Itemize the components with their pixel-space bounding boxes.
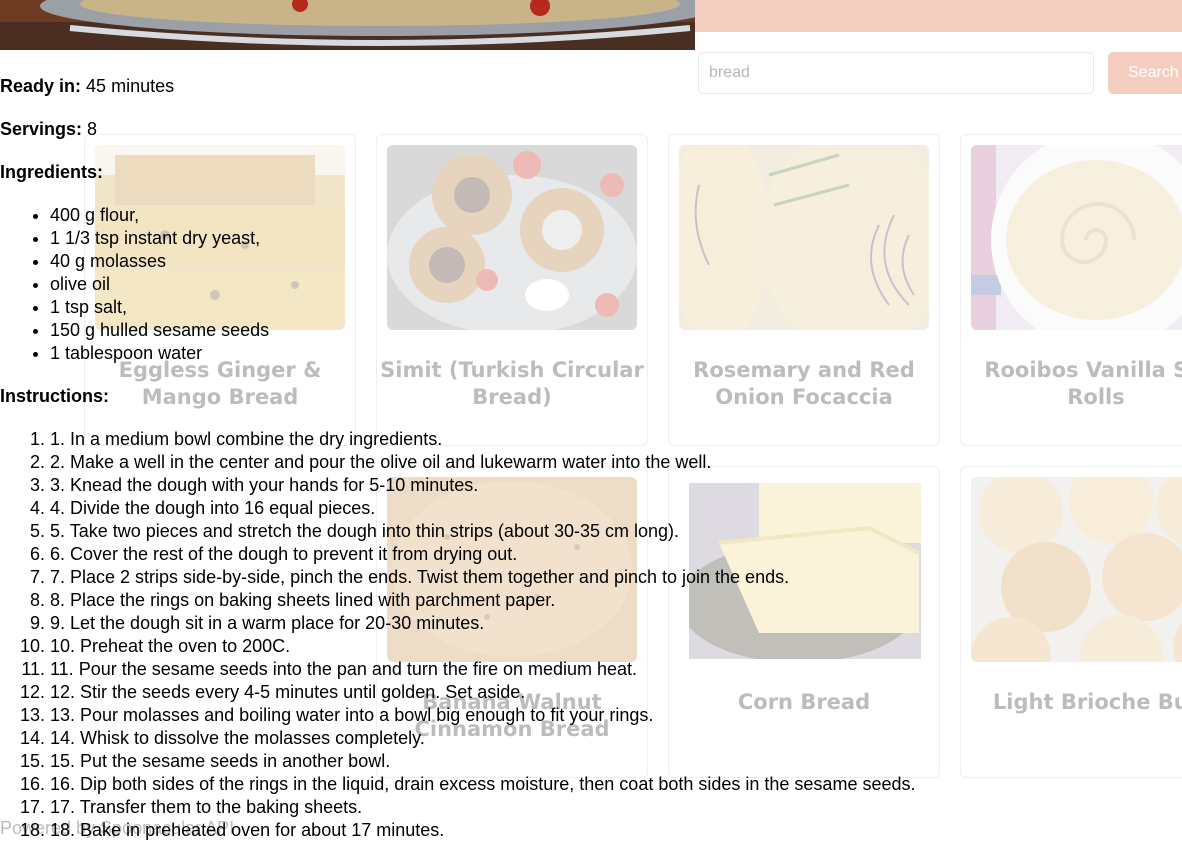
instruction-step: 5. Take two pieces and stretch the dough… (50, 520, 916, 543)
ingredients-label: Ingredients: (0, 162, 104, 182)
ingredient-item: 150 g hulled sesame seeds (50, 319, 269, 342)
instruction-step: 6. Cover the rest of the dough to preven… (50, 543, 916, 566)
instruction-step: 15. Put the sesame seeds in another bowl… (50, 750, 916, 773)
ingredients-list: 400 g flour, 1 1/3 tsp instant dry yeast… (0, 204, 269, 365)
recipe-detail: Ready in: 45 minutes Servings: 8 Ingredi… (0, 0, 1182, 863)
ingredient-item: 1 tablespoon water (50, 342, 269, 365)
instruction-step: 13. Pour molasses and boiling water into… (50, 704, 916, 727)
servings-label: Servings: (0, 119, 83, 139)
instruction-step: 3. Knead the dough with your hands for 5… (50, 474, 916, 497)
instruction-step: 12. Stir the seeds every 4-5 minutes unt… (50, 681, 916, 704)
recipe-hero-image (0, 0, 695, 50)
instructions-heading: Instructions: (0, 385, 109, 407)
ingredients-heading: Ingredients: (0, 161, 103, 183)
instruction-step: 18. Bake in preheated oven for about 17 … (50, 819, 916, 842)
instruction-step: 10. Preheat the oven to 200C. (50, 635, 916, 658)
ready-time-label: Ready in: (0, 76, 82, 96)
instruction-step: 1. In a medium bowl combine the dry ingr… (50, 428, 916, 451)
instruction-step: 16. Dip both sides of the rings in the l… (50, 773, 916, 796)
instructions-list: 1. In a medium bowl combine the dry ingr… (0, 428, 916, 842)
ingredient-item: 40 g molasses (50, 250, 269, 273)
instruction-step: 17. Transfer them to the baking sheets. (50, 796, 916, 819)
ingredient-item: 1 tsp salt, (50, 296, 269, 319)
ingredient-item: olive oil (50, 273, 269, 296)
servings: Servings: 8 (0, 118, 97, 140)
servings-value: 8 (87, 119, 98, 139)
instruction-step: 11. Pour the sesame seeds into the pan a… (50, 658, 916, 681)
instruction-step: 4. Divide the dough into 16 equal pieces… (50, 497, 916, 520)
instruction-step: 7. Place 2 strips side-by-side, pinch th… (50, 566, 916, 589)
instructions-label: Instructions: (0, 386, 110, 406)
ready-time-value: 45 minutes (86, 76, 175, 96)
instruction-step: 9. Let the dough sit in a warm place for… (50, 612, 916, 635)
instruction-step: 2. Make a well in the center and pour th… (50, 451, 916, 474)
instruction-step: 8. Place the rings on baking sheets line… (50, 589, 916, 612)
ingredient-item: 400 g flour, (50, 204, 269, 227)
ingredient-item: 1 1/3 tsp instant dry yeast, (50, 227, 269, 250)
ready-time: Ready in: 45 minutes (0, 75, 174, 97)
instruction-step: 14. Whisk to dissolve the molasses compl… (50, 727, 916, 750)
